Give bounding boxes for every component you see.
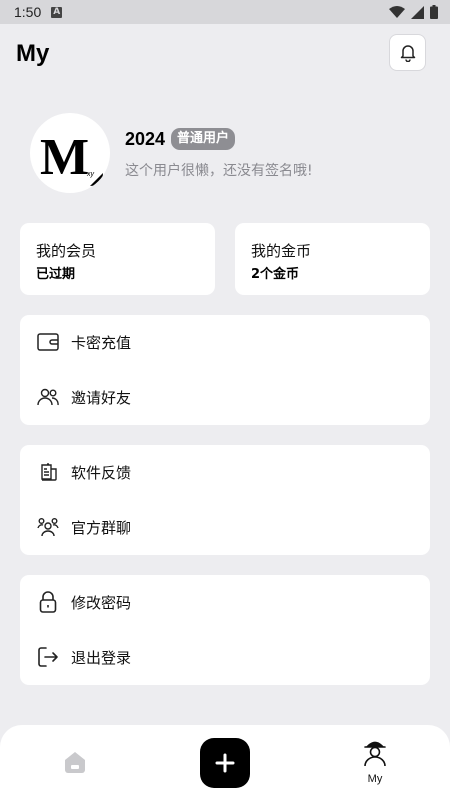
page-title: My <box>16 40 50 67</box>
group-icon <box>36 515 60 539</box>
membership-status: 已过期 <box>36 267 76 282</box>
lock-icon <box>36 590 60 614</box>
nav-my[interactable]: My <box>360 739 390 789</box>
menu-group-security: 修改密码 退出登录 <box>20 575 430 685</box>
menu-label: 邀请好友 <box>71 388 132 407</box>
menu-label: 退出登录 <box>71 648 132 667</box>
user-level-badge: 普通用户 <box>171 128 236 150</box>
menu-item-logout[interactable]: 退出登录 <box>20 630 430 684</box>
status-bar: 1:50 A <box>0 0 450 24</box>
plus-icon <box>215 753 235 773</box>
nav-home[interactable] <box>62 749 88 775</box>
avatar[interactable]: M xy <box>30 113 110 193</box>
membership-card[interactable]: 我的会员 已过期 <box>20 223 215 295</box>
menu-item-recharge[interactable]: 卡密充值 <box>20 315 430 369</box>
menu-label: 卡密充值 <box>71 333 132 352</box>
svg-text:xy: xy <box>86 171 95 178</box>
menu-label: 软件反馈 <box>71 463 132 482</box>
status-time: 1:50 <box>14 4 42 20</box>
menu-group-support: 软件反馈 官方群聊 <box>20 445 430 555</box>
wallet-icon <box>36 330 60 354</box>
menu-item-invite[interactable]: 邀请好友 <box>20 370 430 424</box>
feedback-icon <box>36 460 60 484</box>
profile-name-row: 2024 普通用户 <box>125 128 236 150</box>
coins-title: 我的金币 <box>251 242 312 260</box>
wifi-icon <box>389 5 405 18</box>
avatar-logo: M xy <box>40 129 103 186</box>
menu-item-change-password[interactable]: 修改密码 <box>20 575 430 629</box>
menu-item-group-chat[interactable]: 官方群聊 <box>20 500 430 554</box>
nav-my-label: My <box>367 773 383 785</box>
svg-text:M: M <box>40 129 89 186</box>
profile-bio: 这个用户很懒，还没有签名哦! <box>125 163 313 179</box>
battery-icon <box>430 5 438 19</box>
add-button[interactable] <box>200 738 250 788</box>
signal-icon <box>411 5 424 19</box>
notification-button[interactable] <box>389 34 426 71</box>
profile-icon <box>364 741 386 767</box>
membership-title: 我的会员 <box>36 242 97 260</box>
home-icon <box>65 752 85 773</box>
logout-icon <box>36 645 60 669</box>
profile-name: 2024 <box>125 128 166 149</box>
bell-icon <box>400 45 415 62</box>
menu-group-account: 卡密充值 邀请好友 <box>20 315 430 425</box>
bottom-nav: My <box>0 725 450 800</box>
menu-label: 修改密码 <box>71 593 132 612</box>
coins-value: 2个金币 <box>251 267 300 282</box>
coins-card[interactable]: 我的金币 2个金币 <box>235 223 430 295</box>
users-icon <box>36 385 60 409</box>
menu-label: 官方群聊 <box>71 518 132 537</box>
status-icons <box>389 5 438 19</box>
menu-item-feedback[interactable]: 软件反馈 <box>20 445 430 499</box>
notification-icon: A <box>51 6 63 18</box>
